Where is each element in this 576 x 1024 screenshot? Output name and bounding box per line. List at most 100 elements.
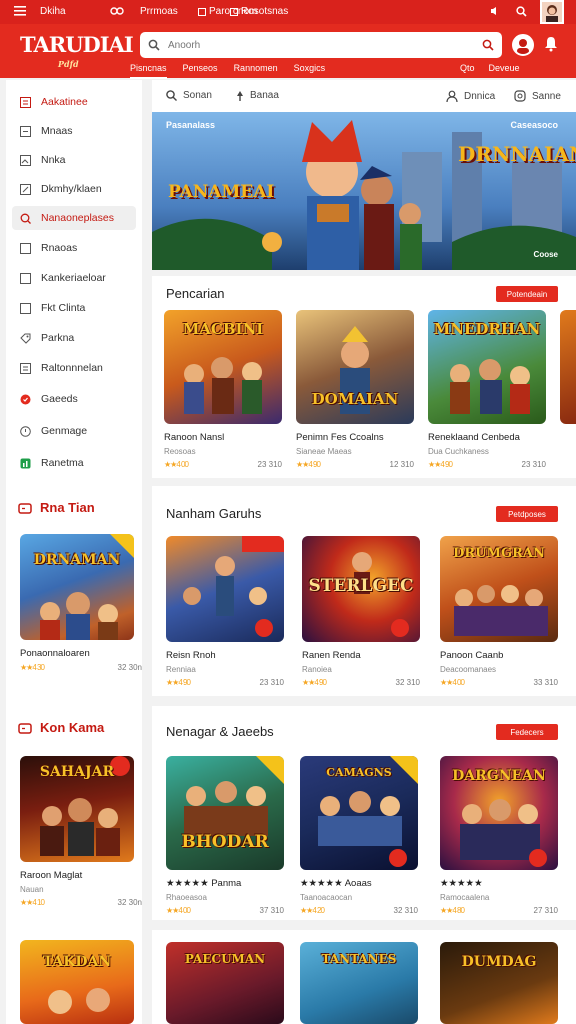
topbar-link-1[interactable]: Prrmoas <box>140 6 178 17</box>
sidebar-item-11[interactable]: Gaeeds <box>12 387 136 411</box>
edit-icon <box>20 183 31 195</box>
main-nav: Pisncnas Penseos Rannomen Soxgics <box>130 63 325 79</box>
sidebar-game-card-2[interactable]: SAHAJAR Raroon Maglat Nauan ★★4 10 32 30… <box>20 756 142 926</box>
sidebar-item-9[interactable]: Parkna <box>12 326 136 350</box>
game-art: DARGNEAN <box>440 756 558 870</box>
sidebar-item-5[interactable]: Nanaoneplases <box>12 206 136 230</box>
nav-tab-2[interactable]: Penseos <box>183 63 218 79</box>
section-popular: Nanham Garuhs Petdposes Reisn Rnoh Renni… <box>152 486 576 696</box>
square-icon <box>20 272 31 284</box>
game-meta: ★★4 80 27 310 <box>440 906 558 915</box>
game-subtitle: Reosoas <box>164 447 196 456</box>
nav-right: Qto Deveue <box>460 63 520 73</box>
sidebar-item-3[interactable]: Nnka <box>12 148 136 172</box>
section-title: Nanham Garuhs <box>166 506 262 521</box>
game-meta: ★★4 00 23 310 <box>164 460 282 469</box>
nav-tab-1[interactable]: Pisncnas <box>130 63 167 79</box>
game-card[interactable]: DUMDAG <box>440 942 558 1024</box>
topbar-link-3[interactable]: Rosotsnas <box>230 6 288 17</box>
game-title: Penimn Fes Ccoalns <box>296 432 384 443</box>
game-meta: ★★4 10 32 30n <box>20 898 142 907</box>
notification-icon[interactable] <box>544 36 558 57</box>
sidebar-item-13[interactable]: Ranetma <box>12 451 136 475</box>
sidebar-item-8[interactable]: Fkt Clinta <box>12 296 136 320</box>
sidebar-item-7[interactable]: Kankeriaeloar <box>12 266 136 290</box>
sidebar-game-card-1[interactable]: DRNAMAN Ponaonnaloaren ★★4 30 32 30n <box>20 534 142 704</box>
nav-tab-4[interactable]: Soxgics <box>294 63 326 79</box>
game-art: DOMAIAN <box>296 310 414 424</box>
game-subtitle: Dua Cuchkaness <box>428 447 489 456</box>
game-subtitle: Renniaa <box>166 665 196 674</box>
game-meta: ★★4 30 32 30n <box>20 663 142 672</box>
game-subtitle: Ramocaalena <box>440 893 490 902</box>
game-subtitle: Ranoiea <box>302 665 332 674</box>
game-title: Ponaonnaloaren <box>20 648 90 659</box>
menu-icon[interactable] <box>14 6 26 16</box>
game-card[interactable]: MNEDRHAN Reneklaand Cenbeda Dua Cuchkane… <box>428 310 546 469</box>
game-subtitle: Taanoacaocan <box>300 893 353 902</box>
game-title: ★★★★★ Panma <box>166 878 242 889</box>
section-more-button[interactable]: Petdposes <box>496 506 558 522</box>
game-card-peek[interactable] <box>560 310 576 424</box>
game-card[interactable]: MACBINI Ranoon Nansl Reosoas ★★4 00 23 31… <box>164 310 282 469</box>
box-icon <box>198 7 206 16</box>
toolbar-search[interactable]: Sonan <box>166 90 212 101</box>
hero-banner[interactable]: Pasanalass Caseasoco PANAMEAI DRNNAIAN C… <box>152 112 576 270</box>
game-art: MNEDRHAN <box>428 310 546 424</box>
tag-icon <box>20 333 31 344</box>
section-more-button[interactable]: Potendeain <box>496 286 558 302</box>
nav-tab-3[interactable]: Rannomen <box>234 63 278 79</box>
toolbar-user[interactable]: Dnnica <box>446 90 495 102</box>
game-art: DRNAMAN <box>20 534 134 640</box>
sidebar-item-1[interactable]: Aakatinee <box>12 90 136 114</box>
top-bar: Dkiha Prrmoas Paro cnom Rosotsnas <box>0 0 576 24</box>
game-subtitle: Nauan <box>20 885 44 894</box>
game-meta: ★★4 90 32 310 <box>302 678 420 687</box>
game-card[interactable]: DARGNEAN ★★★★★ Ramocaalena ★★4 80 27 310 <box>440 756 558 915</box>
game-card[interactable]: STERLGEC Ranen Renda Ranoiea ★★4 90 32 31… <box>302 536 420 687</box>
game-meta: ★★4 00 33 310 <box>440 678 558 687</box>
game-title: Reisn Rnoh <box>166 650 216 661</box>
sidebar-item-2[interactable]: Mnaas <box>12 119 136 143</box>
game-title: Panoon Caanb <box>440 650 504 661</box>
game-art: STERLGEC <box>302 536 420 642</box>
sidebar-item-10[interactable]: Raltonnnelan <box>12 356 136 380</box>
sidebar-item-4[interactable]: Dkmhy/klaen <box>12 177 136 201</box>
section-title: Pencarian <box>166 286 225 301</box>
section-more-button[interactable]: Fedecers <box>496 724 558 740</box>
profile-avatar[interactable] <box>512 34 534 56</box>
game-art: DRUMGRAN <box>440 536 558 642</box>
banner-bottom-right: Coose <box>533 250 558 259</box>
link-icon[interactable] <box>110 6 124 16</box>
main-content: Sonan Banaa Dnnica Sanne Pasanalass Case… <box>152 80 576 1024</box>
sidebar-game-card-3[interactable]: TAKDAN <box>20 940 142 1024</box>
sidebar-item-12[interactable]: Genmage <box>12 419 136 443</box>
toolbar-settings[interactable]: Sanne <box>514 90 561 102</box>
search-icon[interactable] <box>516 6 527 17</box>
game-card[interactable]: BHODAR ★★★★★ Panma Rhaoeasoa ★★4 00 37 31… <box>166 756 284 915</box>
search-bar[interactable] <box>140 32 502 58</box>
nav-right-2[interactable]: Deveue <box>489 63 520 73</box>
game-card[interactable]: DRUMGRAN Panoon Caanb Deacoomanaes ★★4 0… <box>440 536 558 687</box>
game-card[interactable]: DOMAIAN Penimn Fes Ccoalns Sianeae Maeas… <box>296 310 414 469</box>
game-card[interactable]: PAECUMAN <box>166 942 284 1024</box>
pin-icon <box>237 90 243 101</box>
game-card[interactable]: Reisn Rnoh Renniaa ★★4 90 23 310 <box>166 536 284 687</box>
game-subtitle: Rhaoeasoa <box>166 893 207 902</box>
game-card[interactable]: CAMAGNS ★★★★★ Aoaas Taanoacaocan ★★4 20 3… <box>300 756 418 915</box>
nav-right-1[interactable]: Qto <box>460 63 475 73</box>
sound-icon[interactable] <box>490 6 500 16</box>
game-card[interactable]: TANTANES <box>300 942 418 1024</box>
search-submit-icon[interactable] <box>482 39 494 51</box>
section-title: Nenagar & Jaeebs <box>166 724 274 739</box>
image-icon <box>20 154 31 166</box>
toolbar-filter[interactable]: Banaa <box>236 90 279 101</box>
sidebar-item-6[interactable]: Rnaoas <box>12 236 136 260</box>
search-icon <box>148 39 160 51</box>
user-avatar[interactable] <box>540 0 564 24</box>
search-input[interactable] <box>168 39 474 51</box>
gamepad-icon <box>18 722 32 734</box>
section-more-games: PAECUMAN TANTANES DUMDAG <box>152 930 576 1024</box>
square-icon <box>20 302 31 314</box>
logo[interactable]: TARUDIAI Pdfd <box>20 34 134 70</box>
